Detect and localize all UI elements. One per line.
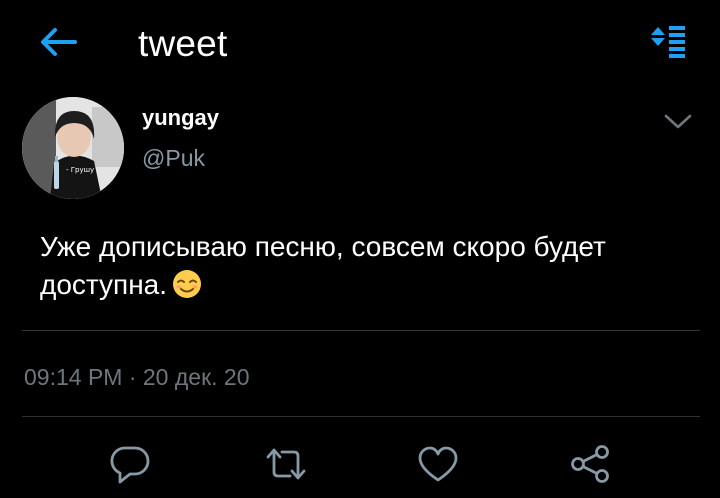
- avatar[interactable]: - Грушу: [22, 97, 124, 199]
- divider-top: [22, 330, 700, 331]
- retweet-button[interactable]: [262, 442, 310, 486]
- reply-button[interactable]: [106, 442, 154, 486]
- reply-icon: [110, 446, 150, 484]
- heart-icon: [418, 446, 458, 482]
- tweet-timestamp: 09:14 PM · 20 дек. 20: [24, 364, 250, 390]
- user-handle[interactable]: @Puk: [142, 143, 205, 173]
- retweet-icon: [266, 448, 306, 480]
- avatar-caption: - Грушу: [66, 166, 94, 174]
- tweet-menu-button[interactable]: [656, 104, 700, 140]
- like-button[interactable]: [414, 442, 462, 486]
- chevron-down-icon: [664, 114, 692, 129]
- screen-title: tweet: [138, 23, 228, 64]
- share-icon: [571, 445, 609, 483]
- sort-list-icon: [651, 26, 685, 58]
- tweet-body: Уже дописываю песню, совсем скоро будет …: [40, 231, 606, 300]
- share-button[interactable]: [566, 442, 614, 486]
- display-name[interactable]: yungay: [142, 104, 219, 132]
- avatar-image: - Грушу: [22, 97, 124, 199]
- arrow-left-icon: [41, 28, 77, 56]
- back-button[interactable]: [36, 24, 80, 60]
- tweet-text: Уже дописываю песню, совсем скоро будет …: [40, 228, 680, 310]
- divider-bottom: [22, 416, 700, 417]
- relieved-face-emoji: [171, 268, 203, 310]
- sort-button[interactable]: [644, 22, 692, 62]
- top-bar: tweet: [0, 0, 720, 88]
